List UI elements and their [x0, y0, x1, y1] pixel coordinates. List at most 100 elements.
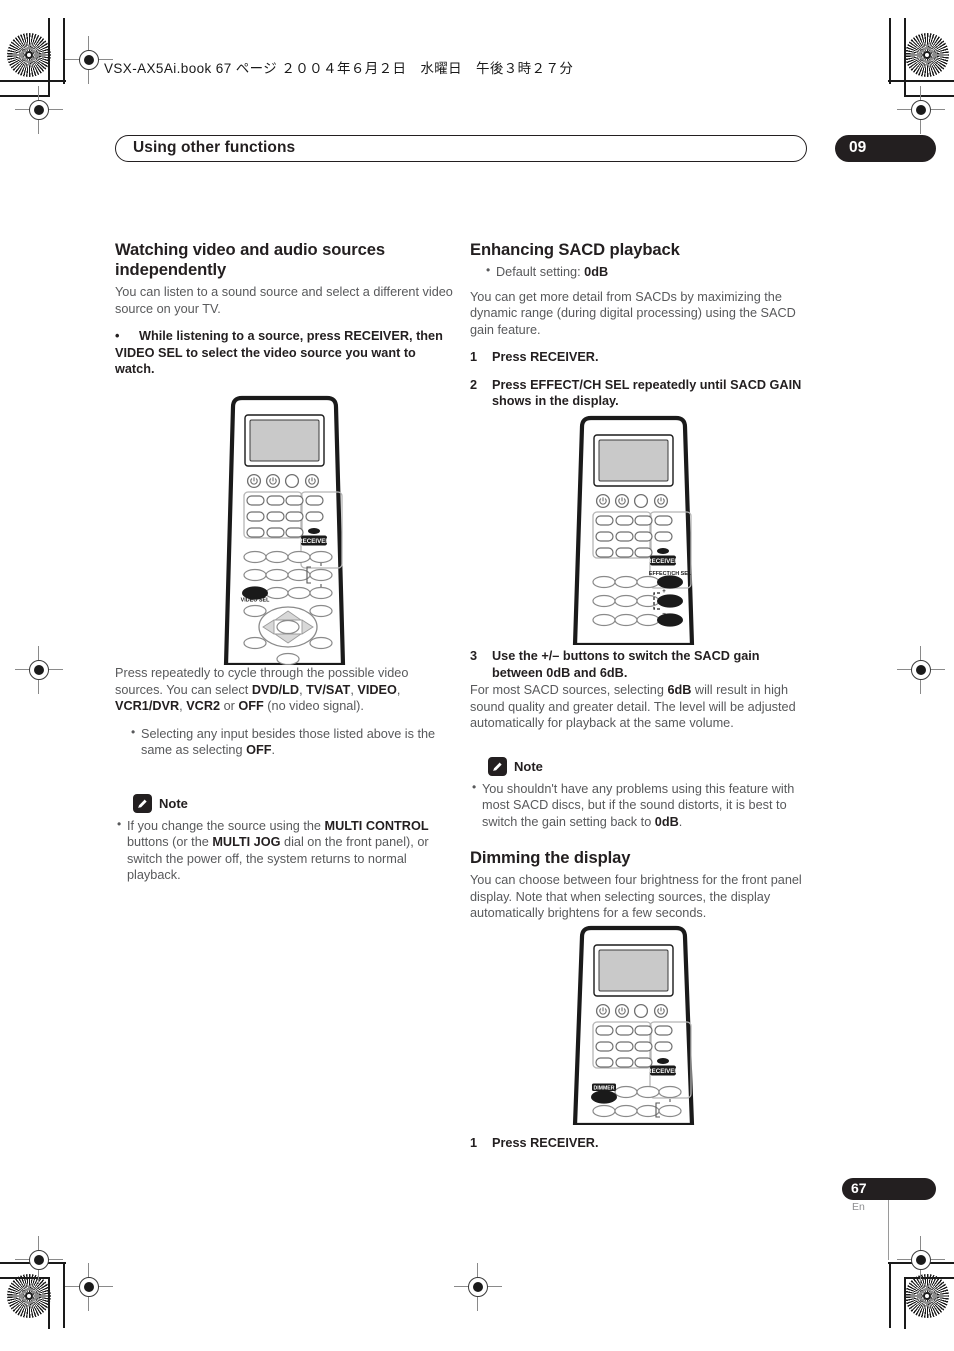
intro-paragraph-dimming: You can choose between four brightness f…	[470, 873, 802, 921]
list-item: Default setting: 0dB	[486, 263, 809, 281]
source-off: OFF	[238, 699, 264, 713]
bullet-marker: •	[115, 329, 120, 344]
step-1-press-receiver: 1 Press RECEIVER.	[470, 349, 809, 366]
svg-text:RECEIVER: RECEIVER	[298, 538, 330, 545]
step-text: Press RECEIVER.	[492, 350, 599, 365]
source-vcr2: VCR2	[186, 699, 221, 713]
note-label-left: Note	[159, 795, 188, 811]
registration-crosshair-header	[65, 36, 113, 84]
registration-crosshair-bottom-right	[897, 1236, 945, 1284]
note-list-left: If you change the source using the MULTI…	[115, 817, 454, 884]
note-list-right: You shouldn't have any problems using th…	[470, 780, 809, 831]
note-text-a: If you change the source using the	[127, 818, 325, 833]
list-item: You shouldn't have any problems using th…	[472, 780, 809, 831]
registration-crosshair-footer-center	[454, 1263, 502, 1311]
source-tv-sat: TV/SAT	[306, 682, 351, 697]
step-number: 3	[470, 649, 478, 663]
crop-mark-tr-h	[888, 80, 954, 82]
page-language-code: En	[852, 1201, 865, 1213]
crop-mark-bl-v2	[48, 1277, 50, 1329]
list-item: Selecting any input besides those listed…	[131, 725, 454, 759]
crop-mark-bl-v	[63, 1262, 65, 1328]
right-column: Enhancing SACD playback Default setting:…	[470, 240, 809, 1150]
pencil-note-icon	[488, 756, 507, 776]
instruction-bullet-text: While listening to a source, press RECEI…	[115, 329, 443, 377]
step-text: Press EFFECT/CH SEL repeatedly until SAC…	[492, 377, 802, 409]
crop-mark-bl-h2	[0, 1277, 50, 1279]
cycle-text-tail: (no video signal).	[263, 699, 364, 713]
registration-crosshair-top-right	[897, 86, 945, 134]
crop-mark-tr-v2	[904, 18, 906, 96]
default-setting-label: Default setting:	[496, 265, 585, 280]
registration-crosshair-mid-right	[897, 646, 945, 694]
page-number: 67	[851, 1180, 867, 1196]
intro-paragraph-sacd: You can get more detail from SACDs by ma…	[470, 289, 796, 337]
remote-figure-dimmer: RECEIVER DIMMER	[470, 925, 809, 1130]
source-vcr1-dvr: VCR1/DVR	[115, 699, 180, 713]
note-label-right: Note	[514, 758, 543, 774]
registration-starburst-top-right	[905, 33, 949, 77]
multi-control-label: MULTI CONTROL	[324, 818, 429, 833]
note-text-c: buttons (or the	[127, 835, 213, 849]
gain-6db-value: 6dB	[667, 683, 692, 697]
crop-mark-tr-v	[889, 18, 891, 84]
list-item: If you change the source using the MULTI…	[117, 817, 454, 884]
section-title-watching-video: Watching video and audio sources indepen…	[115, 240, 386, 280]
running-head-title: Using other functions	[133, 139, 296, 156]
sep5: or	[220, 699, 239, 713]
svg-text:RECEIVER: RECEIVER	[647, 1068, 679, 1075]
registration-crosshair-bottom-left	[15, 1236, 63, 1284]
left-column: Watching video and audio sources indepen…	[115, 240, 454, 882]
book-file-header: VSX-AX5Ai.book 67 ページ ２００４年６月２日 水曜日 午後３時…	[104, 61, 574, 76]
step-1-dimming-press-receiver: 1 Press RECEIVER.	[470, 1135, 809, 1152]
crop-mark-tl-v	[63, 18, 65, 84]
registration-crosshair-top-left	[15, 86, 63, 134]
section-title-enhancing-sacd: Enhancing SACD playback	[470, 240, 680, 259]
cycle-sources-paragraph: Press repeatedly to cycle through the po…	[115, 665, 454, 715]
step-number: 2	[470, 377, 478, 392]
registration-starburst-bottom-left	[7, 1274, 51, 1318]
step-3-body: For most SACD sources, selecting 6dB wil…	[470, 682, 809, 732]
step3-text-a: For most SACD sources, selecting	[470, 683, 668, 697]
registration-starburst-bottom-right	[905, 1274, 949, 1318]
svg-text:+: +	[662, 589, 666, 595]
note-right-text-a: You shouldn't have any problems using th…	[482, 781, 795, 829]
crop-mark-br-v	[889, 1262, 891, 1328]
chapter-number: 09	[849, 139, 867, 156]
default-setting-value: 0dB	[584, 265, 609, 280]
section-title-dimming-display: Dimming the display	[470, 848, 631, 867]
svg-text:RECEIVER: RECEIVER	[647, 558, 679, 565]
sub-bullet-text-a: Selecting any input besides those listed…	[141, 726, 436, 758]
pencil-note-icon	[133, 793, 152, 813]
step-number: 1	[470, 1136, 478, 1150]
step-text: Press RECEIVER.	[492, 1136, 599, 1150]
multi-jog-label: MULTI JOG	[212, 835, 281, 849]
step-number: 1	[470, 350, 478, 365]
sub-bullet-off: OFF	[246, 743, 272, 757]
note-header-left: Note	[133, 793, 454, 813]
sub-bullet-list-left: Selecting any input besides those listed…	[115, 725, 454, 759]
source-video: VIDEO	[357, 682, 397, 697]
trim-guide-right	[888, 1200, 889, 1260]
default-setting-list: Default setting: 0dB	[470, 263, 809, 281]
note-right-tail: .	[678, 814, 683, 829]
step-2-effect-ch-sel: 2 Press EFFECT/CH SEL repeatedly until SA…	[470, 377, 809, 410]
step-3-plus-minus: 3 Use the +/– buttons to switch the SACD …	[470, 648, 809, 681]
source-dvd-ld: DVD/LD	[251, 682, 300, 697]
instruction-bullet-video-sel: • While listening to a source, press RECE…	[115, 328, 454, 378]
gain-0db-value: 0dB	[654, 814, 679, 829]
crop-mark-br-v2	[904, 1277, 906, 1329]
intro-paragraph-watching: You can listen to a sound source and sel…	[115, 285, 453, 316]
right-column-lower-text: 3 Use the +/– buttons to switch the SACD …	[470, 648, 809, 933]
crop-mark-br-h2	[904, 1277, 954, 1279]
step-text: Use the +/– buttons to switch the SACD g…	[492, 649, 760, 680]
remote-figure-effect-ch-sel: RECEIVER EFFECT/CH SEL + –	[470, 415, 809, 650]
registration-crosshair-mid-left	[15, 646, 63, 694]
sep3: ,	[396, 682, 401, 697]
crop-mark-tl-v2	[48, 18, 50, 96]
registration-starburst-top-left	[7, 33, 51, 77]
note-header-right: Note	[488, 756, 809, 776]
sub-bullet-tail: .	[271, 743, 275, 757]
remote-figure-video-sel: RECEIVER VIDEO SEL	[115, 395, 454, 670]
crop-mark-tl-h	[0, 80, 66, 82]
